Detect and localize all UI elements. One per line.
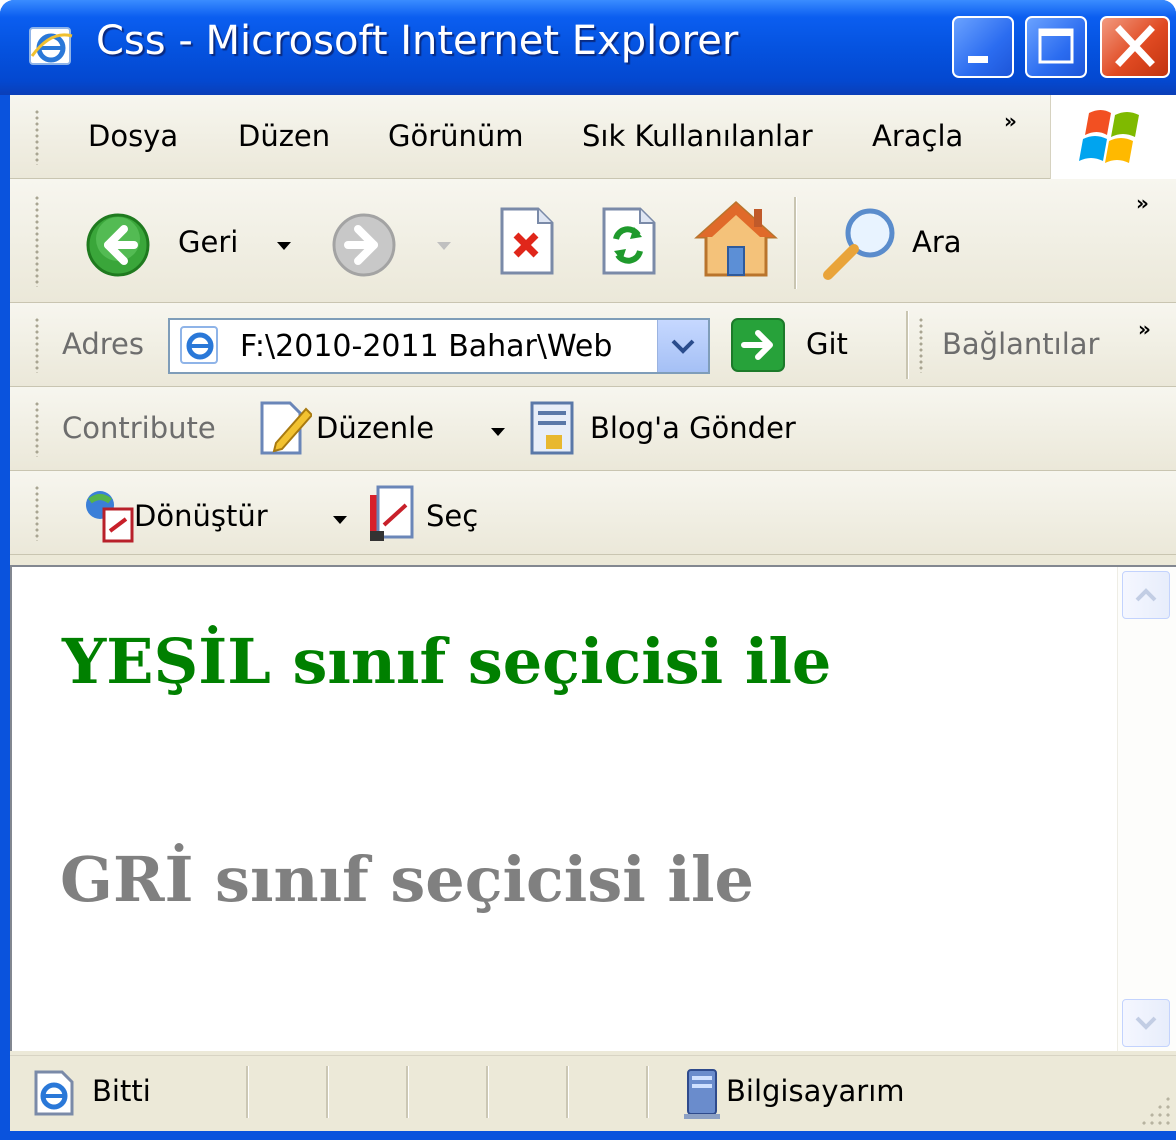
status-separator (326, 1066, 329, 1118)
refresh-icon[interactable] (598, 205, 660, 277)
status-separator (246, 1066, 249, 1118)
stop-icon[interactable] (496, 205, 558, 277)
convert-label: Dönüştür (134, 499, 268, 533)
computer-zone-icon (684, 1069, 720, 1119)
edit-button[interactable]: Düzenle (258, 397, 505, 459)
back-icon (86, 213, 150, 277)
convert-button[interactable]: Dönüştür (80, 485, 350, 545)
green-heading: YEŞİL sınıf seçicisi ile (62, 625, 832, 698)
select-button[interactable]: Seç (366, 481, 506, 545)
menu-aracla[interactable]: Araçla (872, 119, 963, 153)
close-icon (1115, 25, 1155, 67)
minimize-button[interactable] (952, 16, 1014, 78)
chevron-down-icon (671, 339, 695, 354)
resize-grip[interactable] (1140, 1095, 1170, 1125)
status-bar: Bitti Bilgisayarım (10, 1055, 1176, 1131)
address-dropdown-button[interactable] (657, 320, 708, 372)
toolbar-overflow-chevron[interactable]: » (1136, 191, 1149, 215)
contribute-label: Contribute (62, 411, 216, 445)
ie-icon (29, 27, 73, 65)
status-separator (646, 1066, 649, 1118)
scroll-up-button[interactable] (1122, 571, 1170, 619)
toolbar-grip[interactable] (34, 317, 40, 373)
browser-client: Dosya Düzen Görünüm Sık Kullanılanlar Ar… (10, 95, 1176, 1131)
back-dropdown-icon[interactable] (274, 239, 294, 253)
select-label: Seç (426, 499, 479, 533)
menu-gorunum[interactable]: Görünüm (388, 119, 524, 153)
toolbar-grip[interactable] (34, 401, 40, 457)
forward-button[interactable] (330, 211, 470, 277)
page-done-icon (34, 1070, 74, 1116)
toolbar-grip[interactable] (34, 485, 40, 541)
search-icon (823, 208, 895, 280)
status-separator (486, 1066, 489, 1118)
windows-flag-icon (1079, 110, 1139, 163)
links-label[interactable]: Bağlantılar (942, 327, 1099, 361)
scroll-down-icon (1135, 1016, 1157, 1030)
status-separator (566, 1066, 569, 1118)
edit-page-icon (260, 401, 312, 455)
search-label: Ara (912, 225, 962, 259)
edit-dropdown-icon[interactable] (488, 425, 508, 439)
window-title: Css - Microsoft Internet Explorer (96, 18, 739, 64)
select-pdf-icon (370, 485, 414, 541)
maximize-button[interactable] (1025, 16, 1087, 78)
forward-icon (332, 213, 396, 277)
contribute-toolbar: Contribute Düzenle Blog'a Gönder (10, 387, 1176, 471)
back-label: Geri (178, 225, 239, 259)
menu-bar: Dosya Düzen Görünüm Sık Kullanılanlar Ar… (10, 95, 1176, 179)
menu-dosya[interactable]: Dosya (88, 119, 178, 153)
page-content: YEŞİL sınıf seçicisi ile GRİ sınıf seçic… (10, 565, 1176, 1051)
toolbar-grip[interactable] (34, 195, 40, 287)
home-icon[interactable] (694, 199, 778, 279)
convert-pdf-icon (86, 491, 134, 543)
toolbar-grip[interactable] (34, 109, 40, 165)
edit-label: Düzenle (316, 411, 435, 445)
blog-post-button[interactable]: Blog'a Gönder (528, 399, 828, 461)
windows-logo (1050, 95, 1176, 179)
title-bar[interactable]: Css - Microsoft Internet Explorer (0, 0, 1176, 95)
go-arrow-icon (731, 318, 785, 372)
address-separator (906, 311, 909, 379)
ie-page-icon (180, 326, 218, 364)
go-button[interactable]: Git (730, 317, 860, 377)
close-button[interactable] (1100, 16, 1170, 78)
go-label: Git (806, 327, 848, 361)
maximize-icon (1038, 28, 1074, 64)
menu-overflow-chevron[interactable]: » (1004, 109, 1017, 133)
blog-icon (530, 401, 574, 455)
pdf-toolbar: Dönüştür Seç (10, 471, 1176, 555)
status-text: Bitti (92, 1074, 151, 1108)
links-overflow-chevron[interactable]: » (1138, 317, 1151, 341)
address-bar: Adres F:\2010-2011 Bahar\Web Git Bağlant… (10, 303, 1176, 387)
browser-window: Css - Microsoft Internet Explorer Dosya … (0, 0, 1176, 1140)
scroll-down-button[interactable] (1122, 999, 1170, 1047)
status-separator (406, 1066, 409, 1118)
search-button[interactable]: Ara (818, 203, 988, 281)
address-value: F:\2010-2011 Bahar\Web (240, 329, 613, 364)
security-zone-text: Bilgisayarım (726, 1074, 905, 1108)
toolbar-separator (794, 197, 797, 289)
scroll-up-icon (1135, 588, 1157, 602)
menu-sik-kullanilanlar[interactable]: Sık Kullanılanlar (582, 119, 813, 153)
links-grip[interactable] (918, 317, 924, 373)
standard-toolbar: Geri Ara » (10, 179, 1176, 303)
menu-duzen[interactable]: Düzen (238, 119, 330, 153)
forward-dropdown-icon[interactable] (434, 239, 454, 253)
minimize-icon (968, 56, 988, 63)
back-button[interactable]: Geri (84, 211, 304, 277)
convert-dropdown-icon[interactable] (330, 513, 350, 527)
blog-label: Blog'a Gönder (590, 411, 796, 445)
vertical-scrollbar[interactable] (1117, 567, 1176, 1051)
address-input[interactable]: F:\2010-2011 Bahar\Web (168, 318, 710, 374)
address-label: Adres (62, 327, 144, 361)
gray-heading: GRİ sınıf seçicisi ile (60, 843, 754, 916)
